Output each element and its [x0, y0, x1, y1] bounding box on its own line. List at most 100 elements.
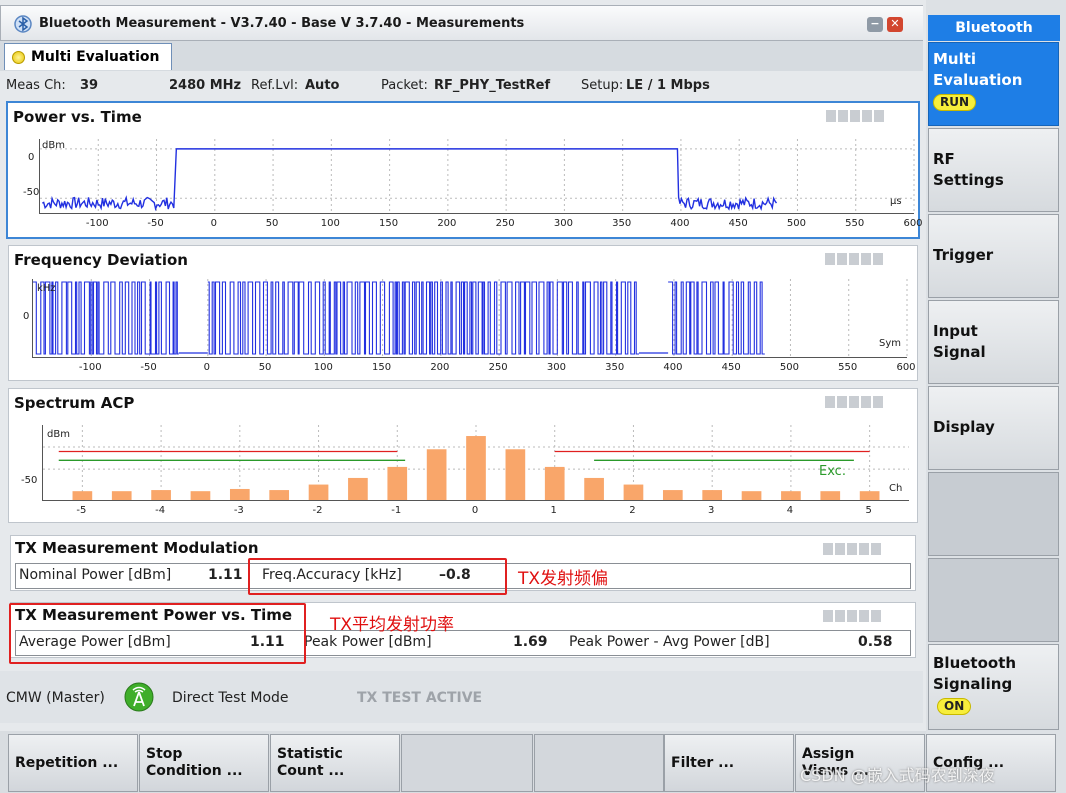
x-tick-label: 500	[786, 218, 806, 229]
trigger-button[interactable]: Trigger	[928, 214, 1059, 298]
tab-multi-evaluation[interactable]: Multi Evaluation	[4, 43, 172, 70]
multi-evaluation-button[interactable]: Multi Evaluation RUN	[928, 42, 1059, 126]
empty-menu-button[interactable]	[928, 558, 1059, 642]
x-tick-label: -2	[312, 505, 323, 516]
frequency-deviation-svg	[33, 279, 908, 357]
acp-bar	[466, 436, 486, 500]
panel-title: TX Measurement Modulation	[15, 539, 259, 557]
empty-softkey[interactable]	[401, 734, 533, 792]
button-label: Display	[933, 418, 995, 436]
acp-bar	[269, 490, 290, 500]
acp-bar	[72, 491, 93, 500]
x-tick-label: -50	[140, 362, 157, 373]
acp-bar	[151, 490, 171, 500]
progress-indicator	[823, 543, 881, 555]
power-trace	[41, 148, 778, 212]
frequency-value: 2480 MHz	[169, 78, 242, 93]
acp-bar	[544, 466, 565, 500]
meas-ch-label: Meas Ch:	[6, 78, 66, 93]
app-icon	[14, 15, 32, 33]
tab-label: Multi Evaluation	[31, 49, 160, 65]
x-tick-label: 550	[838, 362, 858, 373]
power-vs-time-svg	[40, 139, 915, 213]
title-bar: Bluetooth Measurement - V3.7.40 - Base V…	[0, 5, 923, 41]
acp-bar	[348, 477, 368, 500]
x-tick-label: 200	[430, 362, 450, 373]
panel-title: Power vs. Time	[13, 108, 142, 126]
nominal-power-label: Nominal Power [dBm]	[19, 567, 172, 583]
setup-value: LE / 1 Mbps	[626, 78, 710, 93]
statistic-count-button[interactable]: Statistic Count ...	[270, 734, 400, 792]
ref-lvl-label: Ref.Lvl:	[251, 78, 299, 93]
acp-bar	[426, 449, 447, 500]
deviation-trace	[668, 281, 765, 355]
x-tick-label: 350	[605, 362, 625, 373]
bluetooth-signaling-button[interactable]: Bluetooth Signaling ON	[928, 644, 1059, 730]
x-tick-label: 450	[728, 218, 748, 229]
x-tick-label: 0	[203, 362, 210, 373]
close-icon[interactable]: ✕	[887, 17, 903, 32]
softkey-label: Filter ...	[671, 754, 735, 771]
acp-bar	[111, 491, 132, 500]
button-label: Trigger	[933, 246, 994, 264]
x-tick-label: 400	[663, 362, 683, 373]
minimize-icon[interactable]: −	[867, 17, 883, 32]
x-tick-label: 400	[670, 218, 690, 229]
tx-state-label: TX TEST ACTIVE	[357, 690, 483, 706]
peak-avg-value: 0.58	[858, 634, 893, 650]
repetition-button[interactable]: Repetition ...	[8, 734, 138, 792]
status-bar: CMW (Master) Direct Test Mode TX TEST AC…	[0, 671, 923, 723]
x-tick-label: 100	[313, 362, 333, 373]
watermark: CSDN @嵌入式码农到深夜	[800, 766, 995, 785]
deviation-trace	[207, 281, 639, 355]
acp-bar	[702, 490, 723, 500]
average-power-highlight	[9, 603, 306, 664]
acp-bar	[662, 490, 683, 500]
progress-indicator	[825, 396, 883, 408]
acp-bar	[781, 491, 801, 500]
average-power-annotation: TX平均发射功率	[330, 615, 455, 635]
x-tick-label: 1	[550, 505, 557, 516]
x-unit: µs	[890, 196, 902, 207]
mode-label: Direct Test Mode	[172, 690, 289, 706]
empty-softkey[interactable]	[534, 734, 664, 792]
x-tick-label: 350	[612, 218, 632, 229]
rf-settings-button[interactable]: RF Settings	[928, 128, 1059, 212]
signal-tower-icon[interactable]	[124, 682, 154, 712]
empty-menu-button[interactable]	[928, 472, 1059, 556]
x-tick-label: 4	[786, 505, 794, 516]
spectrum-acp-panel[interactable]: Spectrum ACP dBm -50 Ch Exc. -5 -4 -3 -2 -1 0…	[8, 388, 918, 523]
x-tick-label: 600	[903, 218, 923, 229]
limit-label: Exc.	[819, 464, 846, 479]
y-unit: kHz	[37, 283, 56, 294]
button-label: Multi Evaluation	[933, 50, 1023, 89]
x-tick-label: 0	[210, 218, 217, 229]
x-tick-label: -100	[85, 218, 109, 229]
x-tick-label: 250	[495, 218, 515, 229]
x-axis-ticks: -100 -50 0 50 100 150 200 250 300 350 400 450 500 550…	[32, 362, 916, 376]
power-vs-time-panel[interactable]: Power vs. Time dBm 0 -50 µs -100 -50 0 50 10…	[6, 101, 923, 239]
acp-bar	[584, 477, 604, 500]
acp-bar	[190, 491, 211, 500]
frequency-deviation-panel[interactable]: Frequency Deviation kHz 0 Sym -100 -50 0 50…	[8, 245, 918, 381]
peak-power-value: 1.69	[513, 634, 548, 650]
x-tick-label: 3	[707, 505, 715, 516]
panel-title: Frequency Deviation	[14, 251, 188, 269]
input-signal-button[interactable]: Input Signal	[928, 300, 1059, 384]
x-tick-label: -100	[78, 362, 102, 373]
display-button[interactable]: Display	[928, 386, 1059, 470]
x-tick-label: 150	[372, 362, 392, 373]
x-tick-label: 500	[779, 362, 799, 373]
ref-lvl-value: Auto	[305, 78, 340, 93]
button-label: RF Settings	[933, 150, 1004, 189]
status-led-icon	[12, 51, 25, 64]
x-tick-label: 2	[629, 505, 636, 516]
x-unit: Sym	[879, 338, 902, 349]
panel-title: Spectrum ACP	[14, 394, 135, 412]
x-tick-label: 250	[488, 362, 508, 373]
filter-button[interactable]: Filter ...	[664, 734, 794, 792]
y-tick: -50	[21, 475, 38, 486]
stop-condition-button[interactable]: Stop Condition ...	[139, 734, 269, 792]
softkey-label: Stop Condition ...	[146, 746, 243, 779]
x-tick-label: 150	[379, 218, 399, 229]
